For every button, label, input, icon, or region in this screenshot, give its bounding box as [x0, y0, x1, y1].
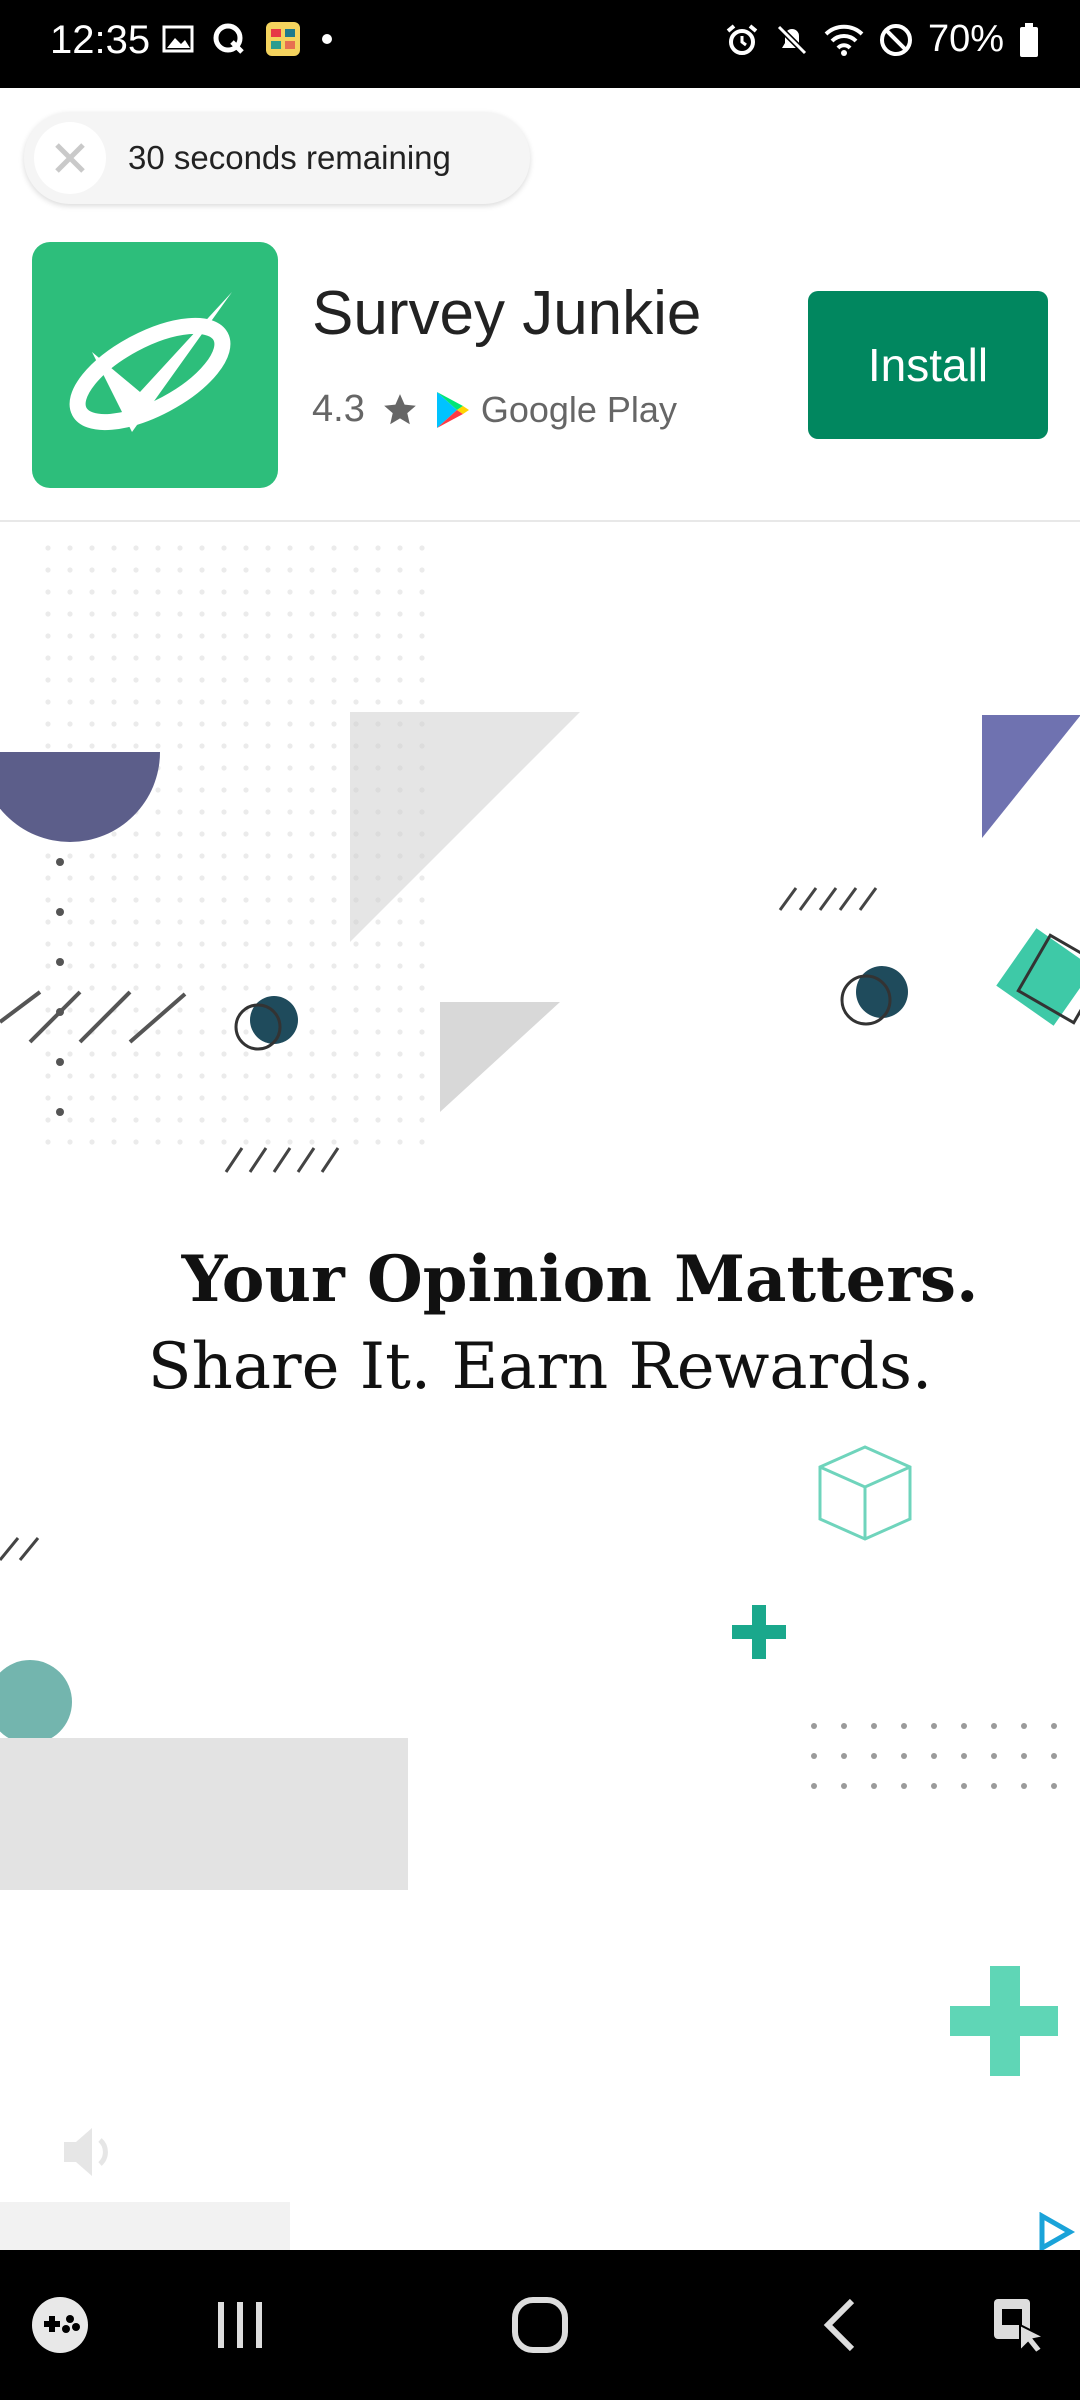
back-button[interactable]: [780, 2250, 900, 2400]
google-play-badge: Google Play: [435, 389, 677, 431]
ad-timer-text: 30 seconds remaining: [128, 139, 451, 176]
home-button[interactable]: [480, 2250, 600, 2400]
ad-video-creative[interactable]: Your Opinion Matters. Share It. Earn Rew…: [0, 522, 1080, 2252]
sound-toggle-button[interactable]: [58, 2122, 122, 2182]
ad-choices-icon: [1039, 2211, 1076, 2252]
ad-headline-line1: Your Opinion Matters.: [181, 1242, 979, 1317]
speaker-icon: [64, 2128, 108, 2176]
recent-apps-button[interactable]: [180, 2250, 300, 2400]
close-icon: [55, 143, 85, 173]
status-system-icons: 70%: [724, 18, 1040, 61]
rating-value: 4.3: [312, 388, 365, 430]
home-icon: [512, 2297, 568, 2353]
status-notification-icons: [162, 20, 334, 58]
mute-icon: [776, 24, 808, 55]
ad-choices-button[interactable]: [1034, 2211, 1076, 2252]
q-app-icon: [213, 23, 244, 54]
assistant-button[interactable]: [980, 2250, 1060, 2400]
google-play-icon: [436, 391, 469, 428]
ad-header: 30 seconds remaining Survey Junkie 4.3 G…: [0, 88, 1080, 522]
ad-headline-line2: Share It. Earn Rewards.: [147, 1330, 933, 1404]
star-icon: [383, 393, 416, 424]
more-notifications-dot-icon: [322, 34, 332, 44]
back-icon: [823, 2298, 855, 2352]
survey-junkie-logo-icon: [69, 292, 232, 432]
status-bar: 12:35 70%: [0, 0, 1080, 88]
gallery-icon: [162, 25, 194, 53]
ad-timer-pill: 30 seconds remaining: [24, 112, 530, 204]
alarm-icon: [726, 23, 758, 55]
game-app-icon: [266, 22, 300, 56]
app-icon[interactable]: [32, 242, 278, 488]
rating-row: 4.3 Google Play: [312, 388, 677, 431]
status-time: 12:35: [50, 18, 151, 62]
battery-icon: [1020, 22, 1038, 57]
game-launcher-button[interactable]: [20, 2250, 100, 2400]
assistant-icon: [994, 2299, 1048, 2355]
do-not-disturb-icon: [879, 23, 912, 56]
navigation-bar: [0, 2250, 1080, 2400]
google-play-label: Google Play: [480, 388, 677, 430]
game-launcher-icon: [32, 2297, 88, 2353]
app-name: Survey Junkie: [312, 279, 702, 348]
recent-apps-icon: [218, 2302, 262, 2348]
close-ad-button[interactable]: [34, 122, 106, 194]
install-button[interactable]: Install: [808, 291, 1048, 439]
wifi-icon: [824, 24, 864, 56]
battery-percent: 70%: [927, 18, 1004, 60]
